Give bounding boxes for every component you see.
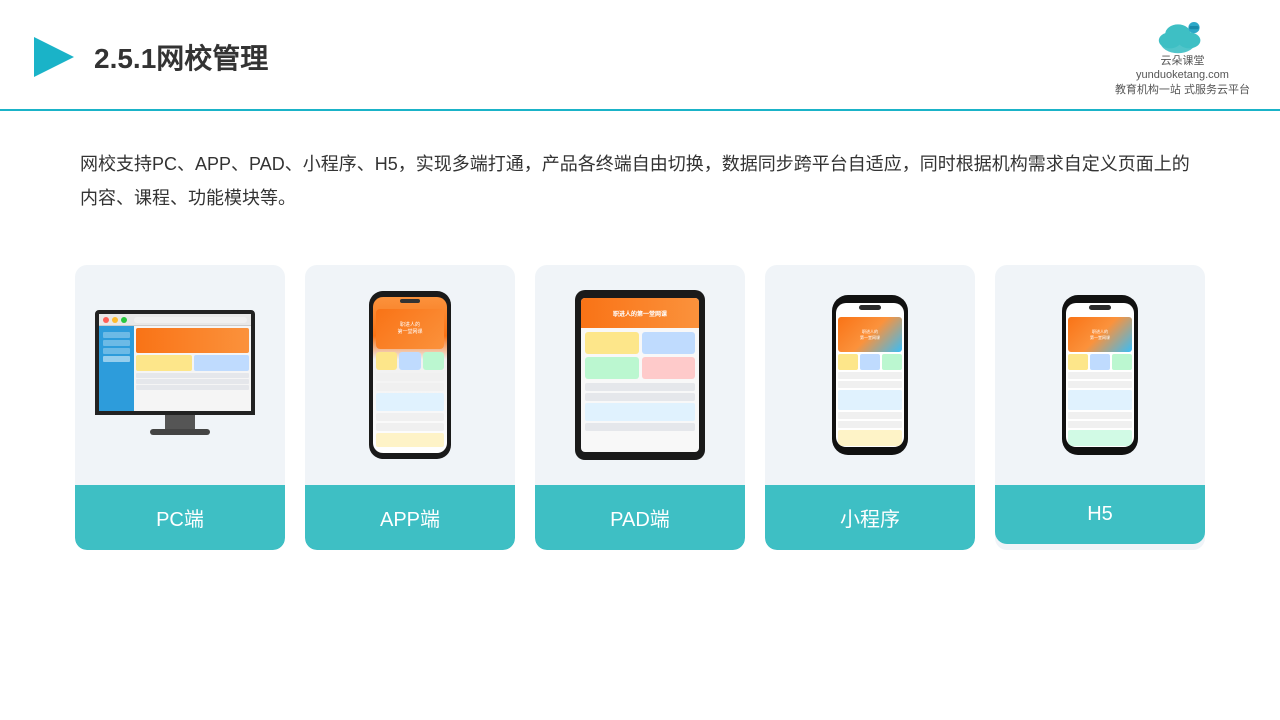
monitor-mockup bbox=[95, 310, 265, 440]
card-h5-label: H5 bbox=[995, 485, 1205, 544]
card-h5-image: 职进人的第一堂网课 bbox=[995, 265, 1205, 485]
tablet-mockup: 职进人的第一堂网课 bbox=[575, 290, 705, 460]
mini-phone-mockup-2: 职进人的第一堂网课 bbox=[1062, 295, 1138, 455]
card-miniprogram-image: 职进人的第一堂网课 bbox=[765, 265, 975, 485]
card-pad-image: 职进人的第一堂网课 bbox=[535, 265, 745, 485]
card-pc: PC端 bbox=[75, 265, 285, 550]
page-header: 2.5.1网校管理 云朵课堂 yunduoketang.com 教育机构一站 式… bbox=[0, 0, 1280, 111]
description-text: 网校支持PC、APP、PAD、小程序、H5，实现多端打通，产品各终端自由切换，数… bbox=[0, 111, 1280, 235]
page-title: 2.5.1网校管理 bbox=[94, 37, 268, 77]
card-pad: 职进人的第一堂网课 PAD端 bbox=[535, 265, 745, 550]
play-icon bbox=[30, 33, 78, 81]
logo-text: 云朵课堂 yunduoketang.com 教育机构一站 式服务云平台 bbox=[1115, 54, 1250, 97]
logo-icon bbox=[1154, 18, 1210, 54]
mini-phone-mockup-1: 职进人的第一堂网课 bbox=[832, 295, 908, 455]
card-pc-image bbox=[75, 265, 285, 485]
card-pc-label: PC端 bbox=[75, 485, 285, 550]
card-app-label: APP端 bbox=[305, 485, 515, 550]
phone-mockup: 职进人的第一堂网课 bbox=[369, 291, 451, 459]
card-miniprogram: 职进人的第一堂网课 小程序 bbox=[765, 265, 975, 550]
card-h5: 职进人的第一堂网课 H5 bbox=[995, 265, 1205, 550]
logo-area: 云朵课堂 yunduoketang.com 教育机构一站 式服务云平台 bbox=[1115, 18, 1250, 97]
card-app-image: 职进人的第一堂网课 bbox=[305, 265, 515, 485]
cards-container: PC端 职进人的第一堂网课 bbox=[0, 235, 1280, 580]
card-app: 职进人的第一堂网课 APP端 bbox=[305, 265, 515, 550]
card-miniprogram-label: 小程序 bbox=[765, 485, 975, 550]
card-pad-label: PAD端 bbox=[535, 485, 745, 550]
header-left: 2.5.1网校管理 bbox=[30, 33, 268, 81]
